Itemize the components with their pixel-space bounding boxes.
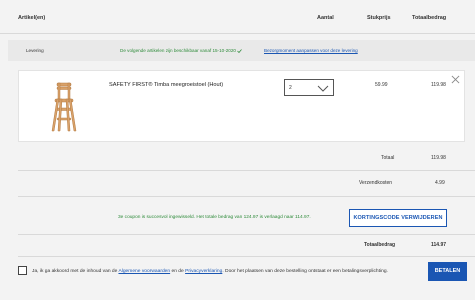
quantity-value: 2: [289, 85, 292, 91]
grand-total-label: Totaalbedrag: [364, 242, 396, 248]
terms-suffix: . Door het plaatsen van deze bestelling …: [222, 269, 388, 274]
privacy-link[interactable]: Privacyverklaring: [185, 269, 222, 274]
terms-text: Ja, ik ga akkoord met de inhoud van de A…: [32, 268, 402, 276]
close-icon[interactable]: [451, 75, 460, 84]
chevron-down-icon: [317, 85, 329, 92]
terms-link[interactable]: Algemene voorwaarden: [118, 269, 170, 274]
terms-prefix: Ja, ik ga akkoord met de inhoud van de: [32, 269, 119, 274]
divider: [18, 234, 475, 235]
cart-item: SAFETY FIRST® Timba meegroeistoel (Hout)…: [18, 70, 465, 142]
wooden-high-chair-icon: [51, 82, 77, 132]
check-icon: [237, 49, 243, 53]
availability-message: De volgende artikelen zijn beschikbaar v…: [120, 48, 236, 53]
delivery-label: Levering: [26, 48, 44, 53]
change-delivery-link[interactable]: Bezorgmoment aanpassen voor deze leverin…: [264, 48, 358, 53]
column-total: Totaalbedrag: [412, 15, 447, 21]
divider: [18, 196, 475, 197]
divider: [18, 256, 475, 257]
shipping-label: Verzendkosten: [359, 180, 393, 186]
column-quantity: Aantal: [317, 15, 334, 21]
column-unit-price: Stukprijs: [367, 15, 391, 21]
unit-price: 59.99: [375, 82, 388, 88]
terms-middle: en de: [170, 269, 186, 274]
quantity-select[interactable]: 2: [284, 79, 334, 96]
divider: [18, 170, 475, 171]
table-header: Artikel(en) Aantal Stukprijs Totaalbedra…: [0, 0, 475, 34]
total-value: 119.98: [431, 155, 446, 161]
delivery-bar: Levering De volgende artikelen zijn besc…: [8, 40, 475, 61]
column-article: Artikel(en): [18, 15, 46, 21]
pay-button[interactable]: BETALEN: [428, 262, 467, 281]
availability-text: De volgende artikelen zijn beschikbaar v…: [120, 48, 243, 53]
shipping-value: 4.99: [435, 180, 445, 186]
item-total: 119.98: [431, 82, 446, 88]
total-label: Totaal: [381, 155, 395, 161]
terms-checkbox[interactable]: [18, 266, 27, 275]
product-name[interactable]: SAFETY FIRST® Timba meegroeistoel (Hout): [109, 82, 223, 88]
remove-discount-button[interactable]: KORTINGSCODE VERWIJDEREN: [349, 209, 447, 227]
coupon-success-message: 3e coupon is succesvol ingewisseld. Het …: [118, 215, 311, 220]
grand-total-value: 114.97: [431, 242, 447, 248]
